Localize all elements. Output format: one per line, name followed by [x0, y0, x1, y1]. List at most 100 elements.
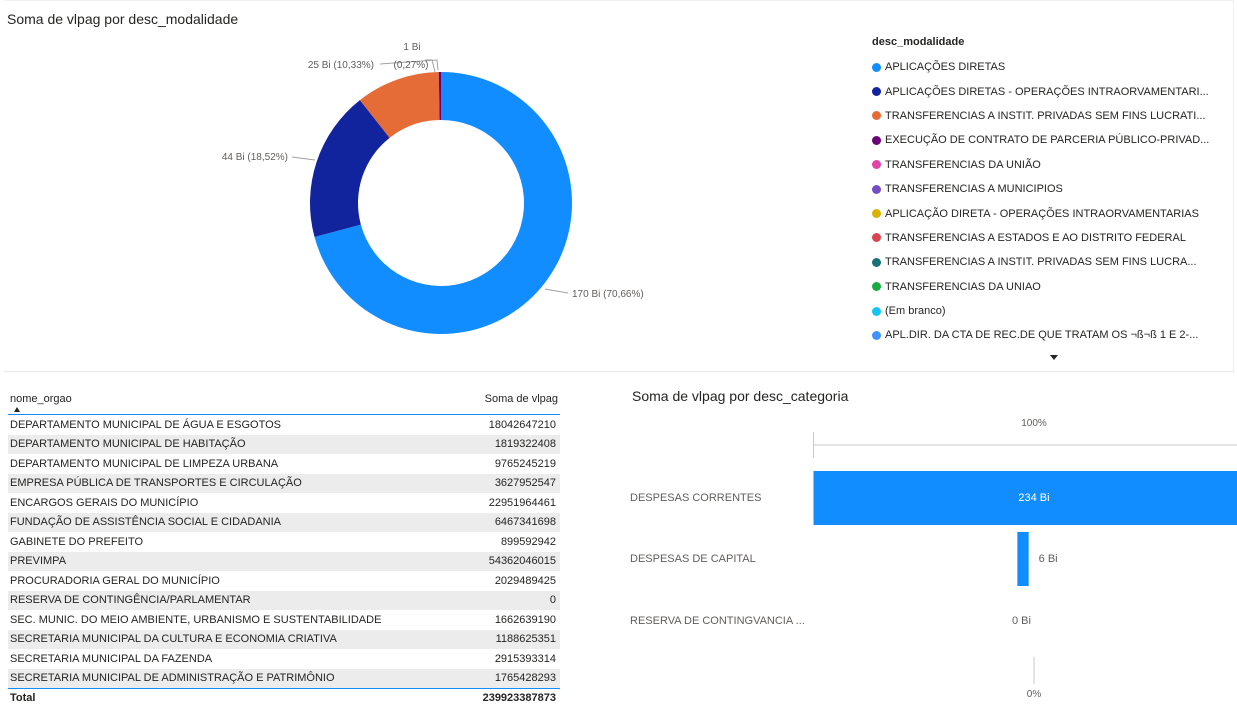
total-value: 239923387873: [482, 691, 556, 704]
legend-item[interactable]: TRANSFERENCIAS A INSTIT. PRIVADAS SEM FI…: [872, 104, 1232, 128]
cell-nome-orgao: DEPARTAMENTO MUNICIPAL DE HABITAÇÃO: [10, 438, 246, 451]
legend-item[interactable]: TRANSFERENCIAS A INSTIT. PRIVADAS SEM FI…: [872, 250, 1232, 274]
funnel-category-label: RESERVA DE CONTINGVANCIA ...: [630, 615, 805, 627]
funnel-category-label: DESPESAS CORRENTES: [630, 492, 761, 504]
cell-nome-orgao: PROCURADORIA GERAL DO MUNICÍPIO: [10, 574, 220, 587]
legend-item[interactable]: EXECUÇÃO DE CONTRATO DE PARCERIA PÚBLICO…: [872, 128, 1232, 152]
legend-item[interactable]: APLICAÇÃO DIRETA - OPERAÇÕES INTRAORVAME…: [872, 201, 1232, 225]
legend-label: TRANSFERENCIAS A INSTIT. PRIVADAS SEM FI…: [885, 109, 1206, 122]
legend-item[interactable]: TRANSFERENCIAS A ESTADOS E AO DISTRITO F…: [872, 226, 1232, 250]
legend-dot-icon: [872, 62, 881, 72]
legend-label: TRANSFERENCIAS DA UNIÃO: [885, 158, 1041, 171]
legend-label: (Em branco): [885, 305, 946, 318]
column-header-soma-vlpag[interactable]: Soma de vlpag: [485, 393, 558, 405]
legend-item[interactable]: APL.DIR. DA CTA DE REC.DE QUE TRATAM OS …: [872, 323, 1232, 347]
funnel-bar[interactable]: [1017, 532, 1029, 586]
cell-soma-vlpag: 1188625351: [495, 633, 556, 646]
funnel-data-label: 6 Bi: [1039, 553, 1058, 565]
cell-soma-vlpag: 3627952547: [494, 477, 556, 490]
table-row[interactable]: DEPARTAMENTO MUNICIPAL DE ÁGUA E ESGOTOS…: [8, 415, 560, 435]
cell-nome-orgao: SECRETARIA MUNICIPAL DA FAZENDA: [10, 652, 213, 665]
legend-dot-icon: [872, 282, 881, 292]
table-total-row: Total 239923387873: [8, 688, 560, 706]
legend-label: EXECUÇÃO DE CONTRATO DE PARCERIA PÚBLICO…: [885, 134, 1210, 147]
legend-dot-icon: [872, 184, 881, 194]
cell-nome-orgao: GABINETE DO PREFEITO: [10, 535, 144, 548]
legend-label: TRANSFERENCIAS DA UNIAO: [885, 280, 1041, 293]
legend-dot-icon: [872, 87, 881, 97]
legend-label: TRANSFERENCIAS A INSTIT. PRIVADAS SEM FI…: [885, 256, 1197, 269]
total-label: Total: [10, 691, 36, 704]
cell-nome-orgao: SEC. MUNIC. DO MEIO AMBIENTE, URBANISMO …: [10, 613, 382, 626]
cell-soma-vlpag: 1765428293: [494, 672, 556, 685]
cell-soma-vlpag: 6467341698: [494, 516, 556, 529]
table-row[interactable]: ENCARGOS GERAIS DO MUNICÍPIO 22951964461: [8, 493, 560, 513]
table-row[interactable]: SECRETARIA MUNICIPAL DA FAZENDA 291539331…: [8, 649, 560, 669]
legend-item[interactable]: TRANSFERENCIAS DA UNIÃO: [872, 153, 1232, 177]
legend-dot-icon: [872, 111, 881, 121]
cell-soma-vlpag: 2915393314: [494, 652, 556, 665]
table-row[interactable]: GABINETE DO PREFEITO 899592942: [8, 532, 560, 552]
funnel-data-label: 234 Bi: [1018, 492, 1049, 504]
funnel-scale: [813, 432, 1237, 458]
table-row[interactable]: SECRETARIA MUNICIPAL DE ADMINISTRAÇÃO E …: [8, 668, 560, 688]
legend-dot-icon: [872, 135, 881, 145]
legend-dot-icon: [872, 233, 881, 243]
legend: desc_modalidade APLICAÇÕES DIRETAS APLICA…: [872, 36, 1232, 348]
table-row[interactable]: PROCURADORIA GERAL DO MUNICÍPIO 202948942…: [8, 571, 560, 591]
table-row[interactable]: DEPARTAMENTO MUNICIPAL DE HABITAÇÃO 18193…: [8, 434, 560, 454]
funnel-category-label: DESPESAS DE CAPITAL: [630, 553, 756, 565]
funnel-bottom-label: 0%: [1027, 689, 1042, 700]
cell-nome-orgao: SECRETARIA MUNICIPAL DA CULTURA E ECONOM…: [10, 633, 337, 646]
legend-dot-icon: [872, 330, 881, 340]
cell-soma-vlpag: 54362046015: [488, 555, 556, 568]
cell-nome-orgao: EMPRESA PÚBLICA DE TRANSPORTES E CIRCULA…: [10, 477, 302, 490]
cell-soma-vlpag: 2029489425: [494, 574, 556, 587]
funnel-data-label: 0 Bi: [1012, 615, 1031, 627]
cell-nome-orgao: DEPARTAMENTO MUNICIPAL DE ÁGUA E ESGOTOS: [10, 418, 281, 431]
table-visual: nome_orgao Soma de vlpag DEPARTAMENTO MU…: [8, 380, 564, 705]
cell-soma-vlpag: 1662639190: [494, 613, 556, 626]
legend-item[interactable]: TRANSFERENCIAS DA UNIAO: [872, 275, 1232, 299]
legend-dot-icon: [872, 209, 881, 219]
table-row[interactable]: RESERVA DE CONTINGÊNCIA/PARLAMENTAR 0: [8, 590, 560, 610]
funnel-chart-visual: Soma de vlpag por desc_categoria 100% DES…: [624, 380, 1237, 709]
legend-label: APLICAÇÕES DIRETAS - OPERAÇÕES INTRAORVA…: [885, 85, 1209, 98]
legend-item[interactable]: APLICAÇÕES DIRETAS: [872, 55, 1232, 79]
leader-line: [291, 156, 316, 161]
data-label: 170 Bi (70,66%): [572, 289, 644, 300]
legend-label: TRANSFERENCIAS A ESTADOS E AO DISTRITO F…: [885, 231, 1186, 244]
funnel-chart[interactable]: 100% DESPESAS CORRENTES 234 Bi DESPESAS DE …: [624, 380, 1237, 709]
cell-soma-vlpag: 9765245219: [494, 457, 556, 470]
donut-chart-visual: Soma de vlpag por desc_modalidade 170 Bi…: [0, 0, 1237, 372]
table-body: DEPARTAMENTO MUNICIPAL DE ÁGUA E ESGOTOS…: [8, 415, 560, 688]
column-header-nome-orgao[interactable]: nome_orgao: [10, 393, 72, 405]
cell-soma-vlpag: 0: [549, 594, 556, 607]
legend-item[interactable]: (Em branco): [872, 299, 1232, 323]
legend-scroll-down-icon[interactable]: [1050, 355, 1058, 360]
legend-title: desc_modalidade: [872, 36, 965, 48]
sort-ascending-icon[interactable]: [14, 407, 20, 412]
cell-soma-vlpag: 18042647210: [488, 418, 556, 431]
cell-soma-vlpag: 899592942: [500, 535, 556, 548]
cell-nome-orgao: DEPARTAMENTO MUNICIPAL DE LIMPEZA URBANA: [10, 457, 279, 470]
table-row[interactable]: SEC. MUNIC. DO MEIO AMBIENTE, URBANISMO …: [8, 610, 560, 630]
donut-chart[interactable]: 170 Bi (70,66%) 44 Bi (18,52%) 25 Bi (10,3…: [0, 0, 860, 370]
table-row[interactable]: SECRETARIA MUNICIPAL DA CULTURA E ECONOM…: [8, 629, 560, 649]
cell-nome-orgao: RESERVA DE CONTINGÊNCIA/PARLAMENTAR: [10, 594, 251, 607]
legend-item[interactable]: APLICAÇÕES DIRETAS - OPERAÇÕES INTRAORVA…: [872, 79, 1232, 103]
table-header: nome_orgao Soma de vlpag: [8, 388, 560, 415]
legend-label: TRANSFERENCIAS A MUNICIPIOS: [885, 183, 1063, 196]
table-row[interactable]: EMPRESA PÚBLICA DE TRANSPORTES E CIRCULA…: [8, 473, 560, 493]
legend-dot-icon: [872, 160, 881, 170]
table-row[interactable]: FUNDAÇÃO DE ASSISTÊNCIA SOCIAL E CIDADAN…: [8, 512, 560, 532]
table-row[interactable]: PREVIMPA 54362046015: [8, 551, 560, 571]
legend-item[interactable]: TRANSFERENCIAS A MUNICIPIOS: [872, 177, 1232, 201]
cell-nome-orgao: ENCARGOS GERAIS DO MUNICÍPIO: [10, 496, 199, 509]
data-label: (0,27%): [393, 60, 428, 71]
cell-nome-orgao: SECRETARIA MUNICIPAL DE ADMINISTRAÇÃO E …: [10, 672, 335, 685]
funnel-top-label: 100%: [1021, 418, 1047, 429]
table-row[interactable]: DEPARTAMENTO MUNICIPAL DE LIMPEZA URBANA…: [8, 454, 560, 474]
cell-nome-orgao: PREVIMPA: [10, 555, 67, 568]
data-label: 44 Bi (18,52%): [222, 152, 288, 163]
